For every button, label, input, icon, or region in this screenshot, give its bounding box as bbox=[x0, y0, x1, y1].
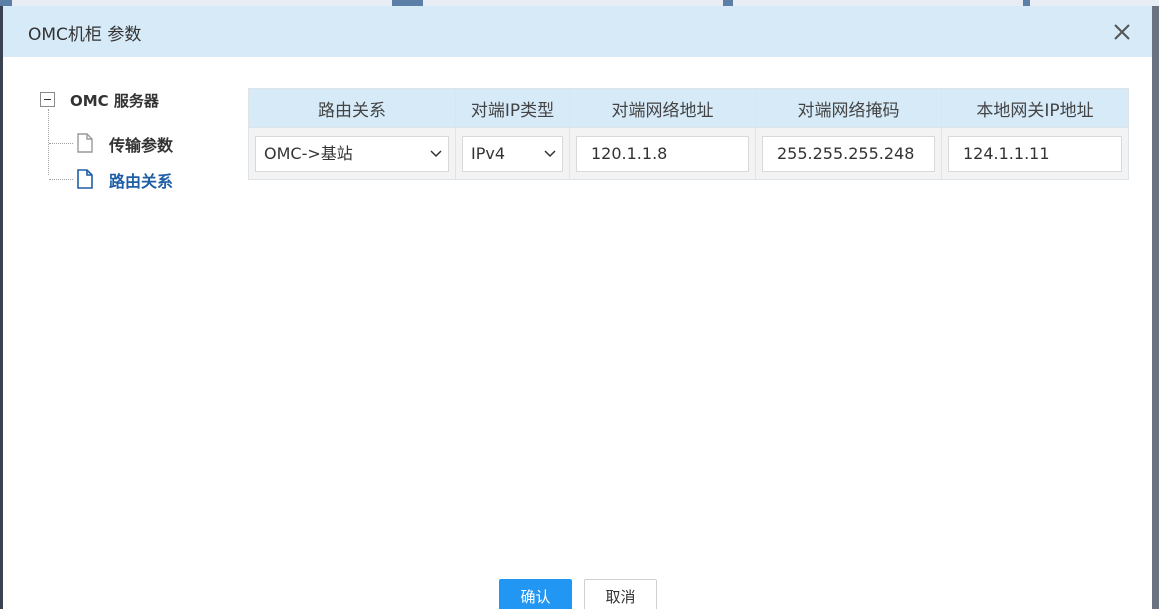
column-header-peer-network-mask: 对端网络掩码 bbox=[755, 88, 942, 128]
peer-network-mask-input[interactable]: 255.255.255.248 bbox=[762, 135, 935, 172]
cell-local-gateway-ip: 124.1.1.11 bbox=[941, 127, 1129, 180]
dialog-header: OMC机柜 参数 bbox=[3, 6, 1152, 57]
peer-ip-type-value: IPv4 bbox=[471, 143, 506, 163]
table-header-row: 路由关系 对端IP类型 对端网络地址 对端网络掩码 本地网关IP地址 bbox=[248, 88, 1129, 128]
chevron-down-icon bbox=[544, 149, 556, 157]
peer-network-address-input[interactable]: 120.1.1.8 bbox=[576, 135, 749, 172]
peer-ip-type-select[interactable]: IPv4 bbox=[462, 135, 563, 172]
tree-collapse-toggle[interactable] bbox=[40, 92, 55, 107]
column-header-peer-network-address: 对端网络地址 bbox=[569, 88, 756, 128]
tree-item-label: 传输参数 bbox=[109, 136, 174, 155]
route-table: 路由关系 对端IP类型 对端网络地址 对端网络掩码 本地网关IP地址 OMC->… bbox=[248, 88, 1129, 180]
confirm-button[interactable]: 确认 bbox=[499, 579, 572, 609]
cell-peer-network-mask: 255.255.255.248 bbox=[755, 127, 942, 180]
cell-peer-ip-type: IPv4 bbox=[455, 127, 570, 180]
parameters-dialog: OMC机柜 参数 OMC 服务器 传输参数 路由关系 路由关系 对端IP类型 对… bbox=[3, 6, 1152, 609]
background-app-edge bbox=[1152, 6, 1159, 609]
table-row: OMC->基站 IPv4 120.1.1.8 255.255.255.248 1… bbox=[248, 127, 1129, 180]
tree-connector bbox=[49, 179, 73, 180]
file-icon bbox=[77, 133, 93, 153]
column-header-peer-ip-type: 对端IP类型 bbox=[455, 88, 570, 128]
column-header-local-gateway-ip: 本地网关IP地址 bbox=[941, 88, 1129, 128]
route-relation-select[interactable]: OMC->基站 bbox=[255, 135, 449, 172]
chevron-down-icon bbox=[430, 149, 442, 157]
close-icon bbox=[1114, 24, 1130, 40]
route-relation-value: OMC->基站 bbox=[264, 143, 353, 163]
close-button[interactable] bbox=[1111, 21, 1133, 43]
cancel-button[interactable]: 取消 bbox=[584, 579, 657, 609]
local-gateway-ip-input[interactable]: 124.1.1.11 bbox=[948, 135, 1122, 172]
file-icon bbox=[77, 169, 93, 189]
navigation-tree: OMC 服务器 传输参数 路由关系 bbox=[3, 57, 243, 257]
tree-item-label: 路由关系 bbox=[109, 172, 174, 191]
tree-connector bbox=[48, 109, 49, 175]
cell-route-relation: OMC->基站 bbox=[248, 127, 456, 180]
tree-connector bbox=[49, 143, 73, 144]
dialog-title: OMC机柜 参数 bbox=[28, 25, 142, 45]
column-header-route-relation: 路由关系 bbox=[248, 88, 456, 128]
tree-root-omc-server[interactable]: OMC 服务器 bbox=[70, 90, 159, 111]
cell-peer-network-address: 120.1.1.8 bbox=[569, 127, 756, 180]
